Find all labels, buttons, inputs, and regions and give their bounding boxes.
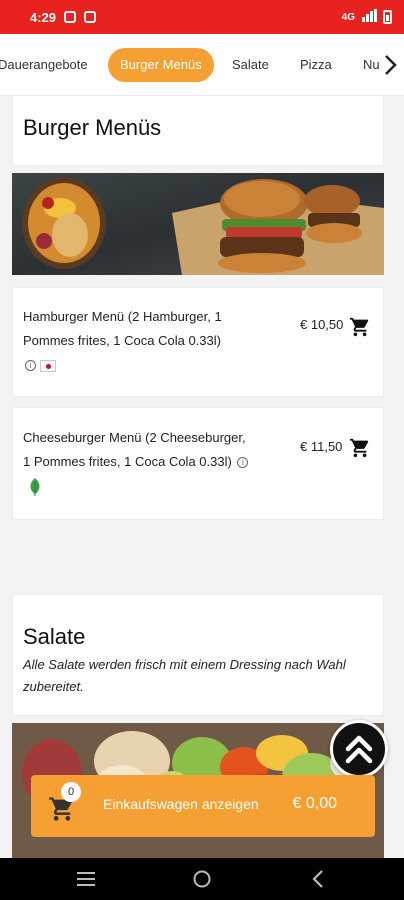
menu-item-text: Cheeseburger Menü (2 Cheeseburger, 1 Pom… <box>23 426 253 498</box>
double-chevron-up-icon <box>345 735 373 764</box>
menu-item-price: € 10,50 <box>300 317 344 332</box>
status-time: 4:29 <box>30 9 57 25</box>
back-icon[interactable] <box>310 869 326 889</box>
notification-icon-2 <box>84 11 97 23</box>
tab-salate[interactable]: Salate <box>232 48 269 82</box>
tab-nudeln[interactable]: Nu <box>363 48 380 82</box>
tab-dauerangebote[interactable]: Dauerangebote <box>0 48 88 82</box>
scroll-to-top-button[interactable] <box>330 720 388 778</box>
tab-pizza[interactable]: Pizza <box>300 48 332 82</box>
status-bar: 4:29 4G <box>0 0 404 34</box>
menu-item-price: € 11,50 <box>300 439 343 454</box>
section-title-burger: Burger Menüs <box>23 115 162 140</box>
menu-item-card[interactable]: Hamburger Menü (2 Hamburger, 1 Pommes fr… <box>12 287 384 397</box>
chevron-right-icon[interactable] <box>380 50 400 80</box>
menu-item-name: Hamburger Menü (2 Hamburger, 1 Pommes fr… <box>23 309 222 348</box>
add-to-cart-icon[interactable] <box>349 437 371 459</box>
menu-item-card[interactable]: Cheeseburger Menü (2 Cheeseburger, 1 Pom… <box>12 407 384 520</box>
battery-icon <box>383 10 392 24</box>
section-title-salate: Salate <box>23 624 86 649</box>
japan-flag-icon <box>40 359 56 372</box>
recent-apps-icon[interactable] <box>76 870 96 888</box>
status-indicators: 4G <box>342 9 392 25</box>
system-nav-bar <box>0 858 404 900</box>
network-label: 4G <box>341 11 355 23</box>
vegetarian-leaf-icon <box>30 477 40 496</box>
tab-burger-menus[interactable]: Burger Menüs <box>108 48 214 82</box>
view-cart-button[interactable]: 0 Einkaufswagen anzeigen € 0,00 <box>31 775 375 837</box>
section-header-burger: Burger Menüs <box>12 96 384 166</box>
section-header-salate: Salate Alle Salate werden frisch mit ein… <box>12 594 384 716</box>
info-icon[interactable]: i <box>25 360 36 372</box>
add-to-cart-icon[interactable] <box>349 316 371 338</box>
signal-icon <box>361 9 377 25</box>
notification-icon <box>64 11 77 23</box>
burger-banner-image <box>12 173 384 275</box>
info-icon[interactable]: i <box>237 457 249 469</box>
cart-label: Einkaufswagen anzeigen <box>103 796 259 812</box>
category-tabs: Dauerangebote Burger Menüs Salate Pizza … <box>0 34 404 96</box>
cart-total: € 0,00 <box>292 795 337 812</box>
home-icon[interactable] <box>192 869 212 889</box>
cart-count-badge: 0 <box>61 782 81 802</box>
menu-item-name: Cheeseburger Menü (2 Cheeseburger, 1 Pom… <box>23 430 246 469</box>
menu-item-text: Hamburger Menü (2 Hamburger, 1 Pommes fr… <box>23 305 253 377</box>
section-description-salate: Alle Salate werden frisch mit einem Dres… <box>23 657 346 694</box>
